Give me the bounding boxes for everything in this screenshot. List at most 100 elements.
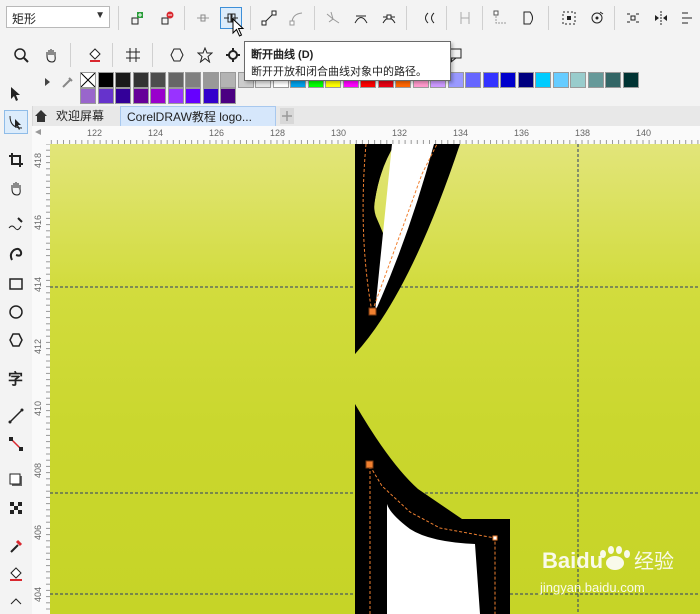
color-swatch[interactable] [517, 72, 534, 88]
watermark-logo: Baidu 经验 jingyan.baidu.com [539, 546, 674, 595]
ruler-tick-label: 414 [33, 276, 43, 292]
transparency-icon[interactable] [4, 496, 28, 520]
pick-tool-icon[interactable] [4, 82, 28, 106]
cusp-node-icon[interactable] [322, 7, 344, 29]
interactive-fill-icon[interactable] [4, 562, 28, 586]
color-swatch[interactable] [185, 72, 201, 88]
tab-document-label: CorelDRAW教程 logo... [127, 110, 252, 124]
connector-tool-icon[interactable] [4, 432, 28, 456]
gear-icon[interactable] [222, 44, 244, 66]
color-swatch[interactable] [220, 88, 236, 104]
align-nodes-icon[interactable] [622, 7, 644, 29]
chevron-right-icon[interactable] [44, 76, 52, 90]
zoom-tool-icon[interactable] [4, 176, 28, 200]
smooth-node-icon[interactable] [350, 7, 372, 29]
ruler-tick-label: 126 [209, 128, 225, 138]
color-swatch[interactable] [132, 72, 149, 88]
color-swatch[interactable] [605, 72, 621, 88]
extend-curve-icon[interactable] [454, 7, 476, 29]
vertical-ruler[interactable]: 418 416 414 412 410 408 406 404 [32, 144, 51, 614]
ruler-tick-label: 410 [33, 400, 43, 416]
color-swatch[interactable] [115, 72, 131, 88]
ruler-tick-label: 412 [33, 338, 43, 354]
grid-icon[interactable] [122, 44, 144, 66]
color-swatch[interactable] [97, 72, 114, 88]
symmetric-node-icon[interactable] [378, 7, 400, 29]
artistic-media-icon[interactable] [4, 242, 28, 266]
shape-tool-icon[interactable] [4, 110, 28, 134]
ruler-tick-label: 136 [514, 128, 530, 138]
polygon-icon[interactable] [166, 44, 188, 66]
text-tool-icon[interactable]: 字 [4, 366, 28, 390]
join-nodes-icon[interactable] [192, 7, 214, 29]
ruler-tick-label: 132 [392, 128, 408, 138]
no-color-swatch[interactable] [80, 72, 96, 88]
ruler-tick-label: 418 [33, 152, 43, 168]
color-swatch[interactable] [500, 72, 516, 88]
color-swatch[interactable] [465, 72, 481, 88]
color-swatch[interactable] [482, 72, 499, 88]
star-icon[interactable] [194, 44, 216, 66]
watermark-suffix: 经验 [634, 549, 674, 573]
parallel-dimension-icon[interactable] [4, 404, 28, 428]
color-swatch[interactable] [185, 88, 201, 104]
color-swatch[interactable] [570, 72, 586, 88]
color-swatch[interactable] [202, 88, 219, 104]
tab-document[interactable]: CorelDRAW教程 logo... [120, 106, 276, 126]
ruler-tick-label: 134 [453, 128, 469, 138]
rectangle-tool-icon[interactable] [4, 272, 28, 296]
home-icon[interactable] [34, 109, 48, 126]
color-swatch[interactable] [115, 88, 131, 104]
polygon-tool-icon[interactable] [4, 328, 28, 352]
color-swatch[interactable] [80, 88, 96, 104]
color-swatch[interactable] [552, 72, 569, 88]
reverse-direction-icon[interactable] [418, 7, 440, 29]
to-line-icon[interactable] [258, 7, 280, 29]
node-handle [368, 307, 377, 316]
zoom-icon[interactable] [10, 44, 32, 66]
ruler-corner[interactable] [32, 126, 51, 145]
color-swatch[interactable] [587, 72, 604, 88]
ruler-tick-label: 124 [148, 128, 164, 138]
ruler-tick-label: 408 [33, 462, 43, 478]
color-swatch[interactable] [150, 72, 166, 88]
color-swatch[interactable] [132, 88, 149, 104]
chevron-down-icon: ▼ [95, 10, 105, 21]
color-swatch[interactable] [535, 72, 551, 88]
watermark-url: jingyan.baidu.com [539, 580, 645, 595]
color-swatch[interactable] [150, 88, 166, 104]
select-all-nodes-icon[interactable] [558, 7, 580, 29]
ruler-tick-label: 406 [33, 524, 43, 540]
rotate-nodes-icon[interactable] [586, 7, 608, 29]
crop-tool-icon[interactable] [4, 148, 28, 172]
eyedropper-icon[interactable] [60, 74, 76, 93]
smart-fill-icon[interactable] [4, 590, 28, 614]
color-eyedropper-icon[interactable] [4, 534, 28, 558]
color-swatch[interactable] [167, 88, 184, 104]
horizontal-ruler[interactable]: 122 124 126 128 130 132 134 136 138 140 [50, 126, 700, 145]
fill-icon[interactable] [84, 44, 106, 66]
color-swatch[interactable] [622, 72, 639, 88]
toolbox: 字 [0, 87, 33, 614]
color-swatch[interactable] [167, 72, 184, 88]
drop-shadow-icon[interactable] [4, 468, 28, 492]
close-curve-icon[interactable] [518, 7, 540, 29]
color-swatch[interactable] [97, 88, 114, 104]
mirror-icon[interactable] [650, 7, 672, 29]
tab-welcome[interactable]: 欢迎屏幕 [50, 106, 110, 126]
new-tab-button[interactable] [280, 108, 294, 124]
ellipse-tool-icon[interactable] [4, 300, 28, 324]
ruler-tick-label: 128 [270, 128, 286, 138]
freehand-tool-icon[interactable] [4, 212, 28, 236]
ruler-tick-label: 138 [575, 128, 591, 138]
extract-subpath-icon[interactable] [490, 7, 512, 29]
pan-icon[interactable] [40, 44, 62, 66]
watermark-brand: Baidu [542, 548, 603, 573]
to-curve-icon[interactable] [286, 7, 308, 29]
delete-node-icon[interactable] [156, 7, 178, 29]
add-node-icon[interactable] [126, 7, 148, 29]
more-icon[interactable] [676, 7, 698, 29]
color-swatch[interactable] [220, 72, 236, 88]
object-type-select[interactable]: 矩形 ▼ [6, 6, 110, 28]
color-swatch[interactable] [202, 72, 219, 88]
